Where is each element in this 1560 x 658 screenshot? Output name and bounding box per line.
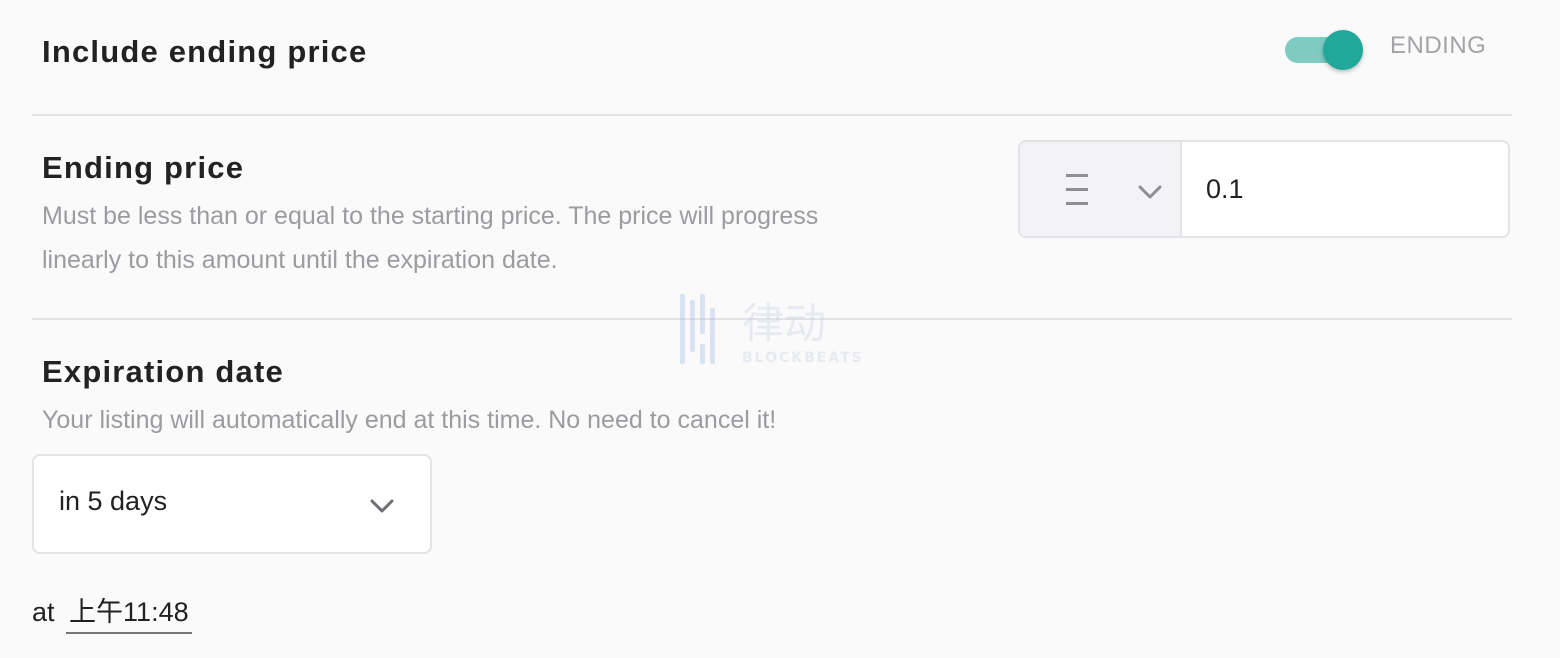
expiration-time-row: at 上午11:48 <box>32 590 192 634</box>
watermark-logo: 律动 BLOCKBEATS <box>678 292 888 368</box>
expiration-duration-select[interactable]: in 5 days <box>32 454 432 554</box>
watermark-sub: BLOCKBEATS <box>742 350 864 366</box>
toggle-label: ENDING <box>1390 32 1487 59</box>
ending-price-input[interactable] <box>1182 142 1508 236</box>
ending-price-toggle[interactable] <box>1285 30 1365 70</box>
blockbeats-logo-icon: 律动 BLOCKBEATS <box>680 294 864 366</box>
expiration-time-picker[interactable]: 上午11:48 <box>66 590 192 634</box>
watermark-brand: 律动 <box>742 299 826 348</box>
divider <box>32 318 1512 320</box>
include-ending-price-title: Include ending price <box>42 34 368 69</box>
ending-price-helper-line1: Must be less than or equal to the starti… <box>42 202 819 230</box>
ending-price-input-group <box>1018 140 1510 238</box>
expiration-date-title: Expiration date <box>42 354 284 389</box>
expiration-date-helper: Your listing will automatically end at t… <box>42 406 777 434</box>
ending-price-title: Ending price <box>42 150 245 185</box>
chevron-down-icon <box>370 499 394 513</box>
currency-select[interactable] <box>1020 142 1182 236</box>
expiration-duration-value: in 5 days <box>59 486 168 516</box>
ending-price-helper-line2: linearly to this amount until the expira… <box>42 246 558 274</box>
time-prefix: at <box>32 597 55 627</box>
toggle-knob <box>1323 30 1363 70</box>
divider <box>32 114 1512 116</box>
eth-icon <box>1066 174 1088 205</box>
chevron-down-icon <box>1138 185 1162 199</box>
